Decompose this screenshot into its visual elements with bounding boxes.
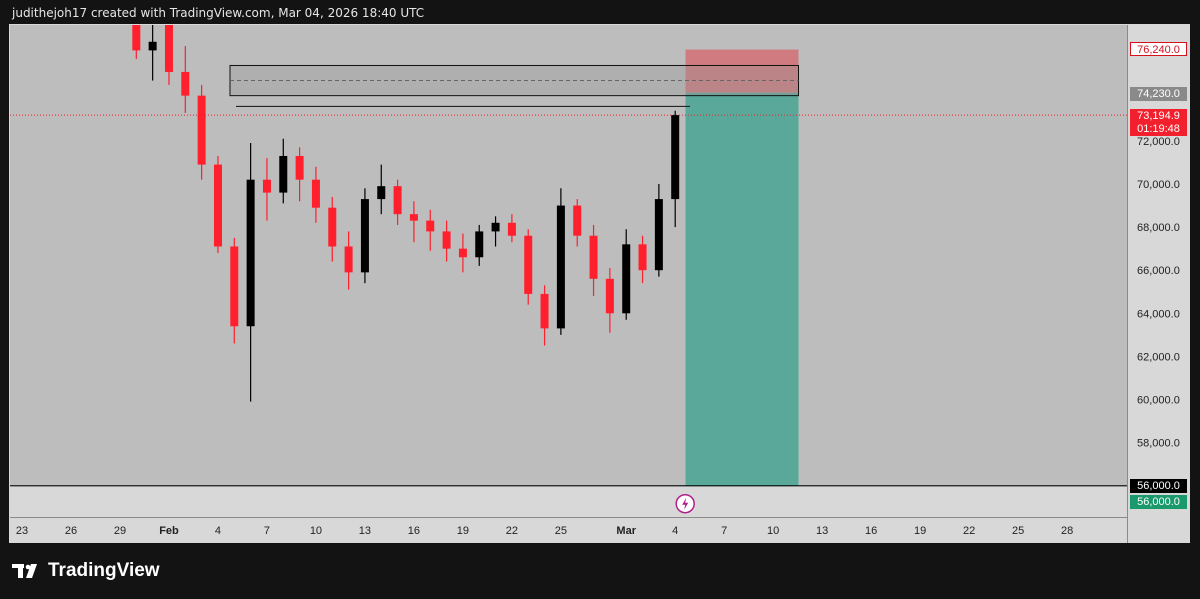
candle-body[interactable]	[279, 155, 288, 193]
candle-body[interactable]	[197, 95, 206, 165]
target-price-tag-lower: 56,000.0	[1130, 495, 1187, 509]
stop-price-tag: 76,240.0	[1130, 42, 1187, 56]
candle-body[interactable]	[622, 244, 631, 314]
candle-body[interactable]	[132, 7, 141, 51]
candlestick-chart[interactable]: 58,000.0 60,000.0 62,000.0 64,000.0 66,000.0…	[0, 0, 1200, 545]
time-tick-label: 23	[16, 525, 28, 537]
time-tick-label: 25	[1012, 525, 1024, 537]
candle-body[interactable]	[360, 199, 369, 273]
footer	[0, 545, 1200, 599]
candle-body[interactable]	[475, 231, 484, 258]
countdown-tag: 01:19:48	[1130, 122, 1187, 136]
candle-body[interactable]	[671, 115, 680, 200]
time-tick-label: Mar	[616, 525, 636, 537]
candle-body[interactable]	[442, 231, 451, 249]
time-tick-label: 4	[215, 525, 221, 537]
time-tick-label: 10	[767, 525, 779, 537]
candle-body[interactable]	[654, 199, 663, 271]
price-tick-label: 58,000.0	[1137, 438, 1180, 450]
time-tick-label: 29	[114, 525, 126, 537]
time-tick-label: 22	[963, 525, 975, 537]
price-tick-label: 62,000.0	[1137, 351, 1180, 363]
target-price-tag-upper: 56,000.0	[1130, 479, 1187, 493]
candle-body[interactable]	[393, 186, 402, 215]
time-tick-label: 22	[506, 525, 518, 537]
time-tick-label: 16	[865, 525, 877, 537]
candle-body[interactable]	[377, 186, 386, 200]
candle-body[interactable]	[164, 20, 173, 72]
time-tick-label: 28	[1061, 525, 1073, 537]
time-tick-label: 10	[310, 525, 322, 537]
time-tick-label: 16	[408, 525, 420, 537]
time-tick-label: 26	[65, 525, 77, 537]
candle-body[interactable]	[246, 179, 255, 327]
price-tick-label: 70,000.0	[1137, 179, 1180, 191]
candle-body[interactable]	[638, 244, 647, 271]
candle-body[interactable]	[458, 248, 467, 258]
time-tick-label: 25	[555, 525, 567, 537]
candle-body[interactable]	[540, 293, 549, 329]
candle-body[interactable]	[213, 164, 222, 247]
candle-body[interactable]	[573, 205, 582, 236]
time-tick-label: 19	[457, 525, 469, 537]
tradingview-logo-text: TradingView	[48, 560, 160, 581]
candle-body[interactable]	[262, 179, 271, 193]
candle-body[interactable]	[344, 246, 353, 273]
price-tick-label: 64,000.0	[1137, 308, 1180, 320]
candle-body[interactable]	[507, 222, 516, 236]
time-tick-label: Feb	[159, 525, 179, 537]
candle-body[interactable]	[311, 179, 320, 208]
entry-price-tag: 74,230.0	[1130, 87, 1187, 101]
time-tick-label: 13	[359, 525, 371, 537]
candle-body[interactable]	[556, 205, 565, 329]
take-profit-zone[interactable]	[685, 92, 799, 486]
tradingview-logo-icon	[12, 564, 37, 578]
candle-body[interactable]	[181, 71, 190, 96]
time-tick-label: 19	[914, 525, 926, 537]
tradingview-logo[interactable]: TradingView	[12, 560, 160, 582]
price-tick-label: 66,000.0	[1137, 265, 1180, 277]
candle-body[interactable]	[605, 278, 614, 314]
time-tick-label: 13	[816, 525, 828, 537]
price-tick-label: 60,000.0	[1137, 395, 1180, 407]
candle-body[interactable]	[328, 207, 337, 247]
candle-body[interactable]	[589, 235, 598, 279]
candle-body[interactable]	[409, 214, 418, 221]
candle-body[interactable]	[426, 220, 435, 232]
time-tick-label: 7	[264, 525, 270, 537]
candle-body[interactable]	[148, 41, 157, 51]
time-tick-label: 4	[672, 525, 678, 537]
candle-body[interactable]	[491, 222, 500, 232]
price-tick-label: 68,000.0	[1137, 222, 1180, 234]
candle-body[interactable]	[295, 155, 304, 180]
price-tick-label: 72,000.0	[1137, 136, 1180, 148]
candle-body[interactable]	[524, 235, 533, 294]
time-tick-label: 7	[721, 525, 727, 537]
candle-body[interactable]	[230, 246, 239, 327]
last-price-tag: 73,194.9	[1130, 109, 1187, 123]
